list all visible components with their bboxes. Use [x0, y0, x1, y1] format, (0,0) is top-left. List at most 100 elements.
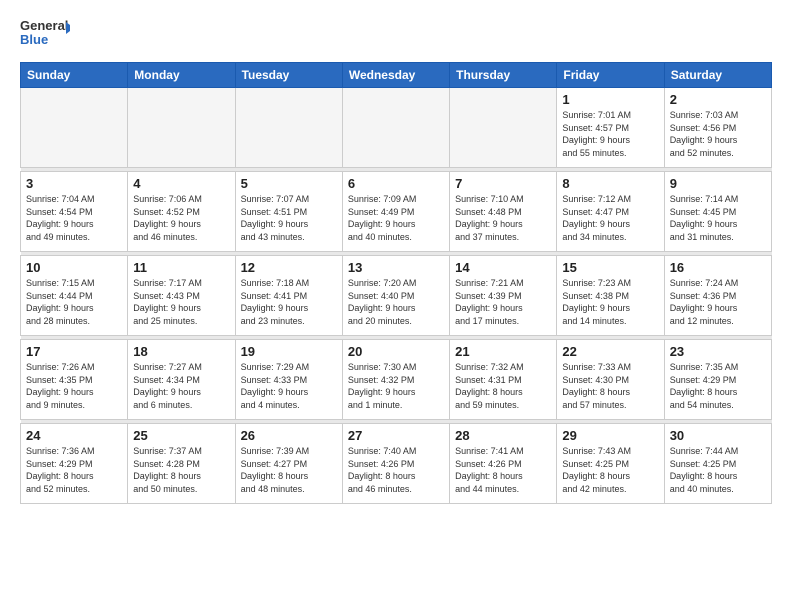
- day-number: 4: [133, 176, 229, 191]
- day-info: Sunrise: 7:32 AM Sunset: 4:31 PM Dayligh…: [455, 361, 551, 411]
- calendar-header-row: SundayMondayTuesdayWednesdayThursdayFrid…: [21, 63, 772, 88]
- day-info: Sunrise: 7:18 AM Sunset: 4:41 PM Dayligh…: [241, 277, 337, 327]
- day-number: 14: [455, 260, 551, 275]
- calendar-cell: 18 Sunrise: 7:27 AM Sunset: 4:34 PM Dayli…: [128, 340, 235, 420]
- day-info: Sunrise: 7:12 AM Sunset: 4:47 PM Dayligh…: [562, 193, 658, 243]
- day-info: Sunrise: 7:15 AM Sunset: 4:44 PM Dayligh…: [26, 277, 122, 327]
- day-number: 8: [562, 176, 658, 191]
- calendar-cell: 12 Sunrise: 7:18 AM Sunset: 4:41 PM Dayli…: [235, 256, 342, 336]
- day-info: Sunrise: 7:43 AM Sunset: 4:25 PM Dayligh…: [562, 445, 658, 495]
- calendar-row: 3 Sunrise: 7:04 AM Sunset: 4:54 PM Daylig…: [21, 172, 772, 252]
- day-number: 18: [133, 344, 229, 359]
- day-number: 11: [133, 260, 229, 275]
- day-number: 1: [562, 92, 658, 107]
- day-info: Sunrise: 7:37 AM Sunset: 4:28 PM Dayligh…: [133, 445, 229, 495]
- calendar-cell: 3 Sunrise: 7:04 AM Sunset: 4:54 PM Daylig…: [21, 172, 128, 252]
- day-info: Sunrise: 7:36 AM Sunset: 4:29 PM Dayligh…: [26, 445, 122, 495]
- calendar-cell: 9 Sunrise: 7:14 AM Sunset: 4:45 PM Daylig…: [664, 172, 771, 252]
- day-info: Sunrise: 7:10 AM Sunset: 4:48 PM Dayligh…: [455, 193, 551, 243]
- day-number: 3: [26, 176, 122, 191]
- day-info: Sunrise: 7:29 AM Sunset: 4:33 PM Dayligh…: [241, 361, 337, 411]
- day-info: Sunrise: 7:40 AM Sunset: 4:26 PM Dayligh…: [348, 445, 444, 495]
- calendar-cell: 2 Sunrise: 7:03 AM Sunset: 4:56 PM Daylig…: [664, 88, 771, 168]
- day-number: 21: [455, 344, 551, 359]
- calendar-cell: 13Sunrise: 7:20 AM Sunset: 4:40 PM Dayli…: [342, 256, 449, 336]
- day-number: 30: [670, 428, 766, 443]
- day-info: Sunrise: 7:26 AM Sunset: 4:35 PM Dayligh…: [26, 361, 122, 411]
- calendar-cell: 6 Sunrise: 7:09 AM Sunset: 4:49 PM Daylig…: [342, 172, 449, 252]
- day-number: 5: [241, 176, 337, 191]
- day-number: 28: [455, 428, 551, 443]
- day-number: 12: [241, 260, 337, 275]
- calendar-cell: 14 Sunrise: 7:21 AM Sunset: 4:39 PM Dayli…: [450, 256, 557, 336]
- logo: General Blue: [20, 16, 70, 52]
- weekday-header: Sunday: [21, 63, 128, 88]
- calendar-cell: 21 Sunrise: 7:32 AM Sunset: 4:31 PM Dayli…: [450, 340, 557, 420]
- day-number: 2: [670, 92, 766, 107]
- day-info: Sunrise: 7:27 AM Sunset: 4:34 PM Dayligh…: [133, 361, 229, 411]
- page: General Blue SundayMondayTuesdayWednesda…: [0, 0, 792, 612]
- calendar-cell: 11 Sunrise: 7:17 AM Sunset: 4:43 PM Dayli…: [128, 256, 235, 336]
- day-number: 20: [348, 344, 444, 359]
- day-info: Sunrise: 7:35 AM Sunset: 4:29 PM Dayligh…: [670, 361, 766, 411]
- day-info: Sunrise: 7:39 AM Sunset: 4:27 PM Dayligh…: [241, 445, 337, 495]
- day-number: 26: [241, 428, 337, 443]
- calendar-cell: 10 Sunrise: 7:15 AM Sunset: 4:44 PM Dayli…: [21, 256, 128, 336]
- calendar-cell: [450, 88, 557, 168]
- day-info: Sunrise: 7:14 AM Sunset: 4:45 PM Dayligh…: [670, 193, 766, 243]
- day-number: 17: [26, 344, 122, 359]
- day-info: Sunrise: 7:09 AM Sunset: 4:49 PM Dayligh…: [348, 193, 444, 243]
- day-number: 15: [562, 260, 658, 275]
- calendar-cell: 1 Sunrise: 7:01 AM Sunset: 4:57 PM Daylig…: [557, 88, 664, 168]
- day-info: Sunrise: 7:03 AM Sunset: 4:56 PM Dayligh…: [670, 109, 766, 159]
- day-number: 13: [348, 260, 444, 275]
- day-number: 6: [348, 176, 444, 191]
- weekday-header: Wednesday: [342, 63, 449, 88]
- day-info: Sunrise: 7:01 AM Sunset: 4:57 PM Dayligh…: [562, 109, 658, 159]
- day-number: 19: [241, 344, 337, 359]
- svg-text:Blue: Blue: [20, 32, 48, 47]
- calendar-cell: 26 Sunrise: 7:39 AM Sunset: 4:27 PM Dayli…: [235, 424, 342, 504]
- calendar-cell: 15Sunrise: 7:23 AM Sunset: 4:38 PM Dayli…: [557, 256, 664, 336]
- calendar-cell: 28Sunrise: 7:41 AM Sunset: 4:26 PM Dayli…: [450, 424, 557, 504]
- day-info: Sunrise: 7:04 AM Sunset: 4:54 PM Dayligh…: [26, 193, 122, 243]
- calendar-cell: 20 Sunrise: 7:30 AM Sunset: 4:32 PM Dayli…: [342, 340, 449, 420]
- weekday-header: Monday: [128, 63, 235, 88]
- day-number: 24: [26, 428, 122, 443]
- day-info: Sunrise: 7:30 AM Sunset: 4:32 PM Dayligh…: [348, 361, 444, 411]
- calendar-row: 10 Sunrise: 7:15 AM Sunset: 4:44 PM Dayli…: [21, 256, 772, 336]
- calendar-cell: 7 Sunrise: 7:10 AM Sunset: 4:48 PM Daylig…: [450, 172, 557, 252]
- day-number: 7: [455, 176, 551, 191]
- calendar-cell: 24 Sunrise: 7:36 AM Sunset: 4:29 PM Dayli…: [21, 424, 128, 504]
- calendar-table: SundayMondayTuesdayWednesdayThursdayFrid…: [20, 62, 772, 504]
- calendar-row: 1 Sunrise: 7:01 AM Sunset: 4:57 PM Daylig…: [21, 88, 772, 168]
- calendar-cell: 22Sunrise: 7:33 AM Sunset: 4:30 PM Dayli…: [557, 340, 664, 420]
- calendar-cell: 4Sunrise: 7:06 AM Sunset: 4:52 PM Daylig…: [128, 172, 235, 252]
- calendar-cell: 17 Sunrise: 7:26 AM Sunset: 4:35 PM Dayli…: [21, 340, 128, 420]
- calendar-cell: 23 Sunrise: 7:35 AM Sunset: 4:29 PM Dayli…: [664, 340, 771, 420]
- calendar-cell: [342, 88, 449, 168]
- calendar-cell: 19 Sunrise: 7:29 AM Sunset: 4:33 PM Dayli…: [235, 340, 342, 420]
- calendar-cell: 8 Sunrise: 7:12 AM Sunset: 4:47 PM Daylig…: [557, 172, 664, 252]
- calendar-cell: [21, 88, 128, 168]
- day-info: Sunrise: 7:33 AM Sunset: 4:30 PM Dayligh…: [562, 361, 658, 411]
- day-number: 9: [670, 176, 766, 191]
- day-number: 29: [562, 428, 658, 443]
- calendar-cell: 29 Sunrise: 7:43 AM Sunset: 4:25 PM Dayli…: [557, 424, 664, 504]
- day-info: Sunrise: 7:17 AM Sunset: 4:43 PM Dayligh…: [133, 277, 229, 327]
- calendar-cell: [128, 88, 235, 168]
- day-number: 27: [348, 428, 444, 443]
- calendar-cell: 27 Sunrise: 7:40 AM Sunset: 4:26 PM Dayli…: [342, 424, 449, 504]
- calendar-cell: [235, 88, 342, 168]
- calendar-cell: 30Sunrise: 7:44 AM Sunset: 4:25 PM Dayli…: [664, 424, 771, 504]
- day-info: Sunrise: 7:24 AM Sunset: 4:36 PM Dayligh…: [670, 277, 766, 327]
- weekday-header: Friday: [557, 63, 664, 88]
- day-info: Sunrise: 7:21 AM Sunset: 4:39 PM Dayligh…: [455, 277, 551, 327]
- day-number: 23: [670, 344, 766, 359]
- calendar-cell: 16Sunrise: 7:24 AM Sunset: 4:36 PM Dayli…: [664, 256, 771, 336]
- weekday-header: Thursday: [450, 63, 557, 88]
- logo-svg: General Blue: [20, 16, 70, 52]
- day-number: 10: [26, 260, 122, 275]
- calendar-cell: 5Sunrise: 7:07 AM Sunset: 4:51 PM Daylig…: [235, 172, 342, 252]
- day-number: 25: [133, 428, 229, 443]
